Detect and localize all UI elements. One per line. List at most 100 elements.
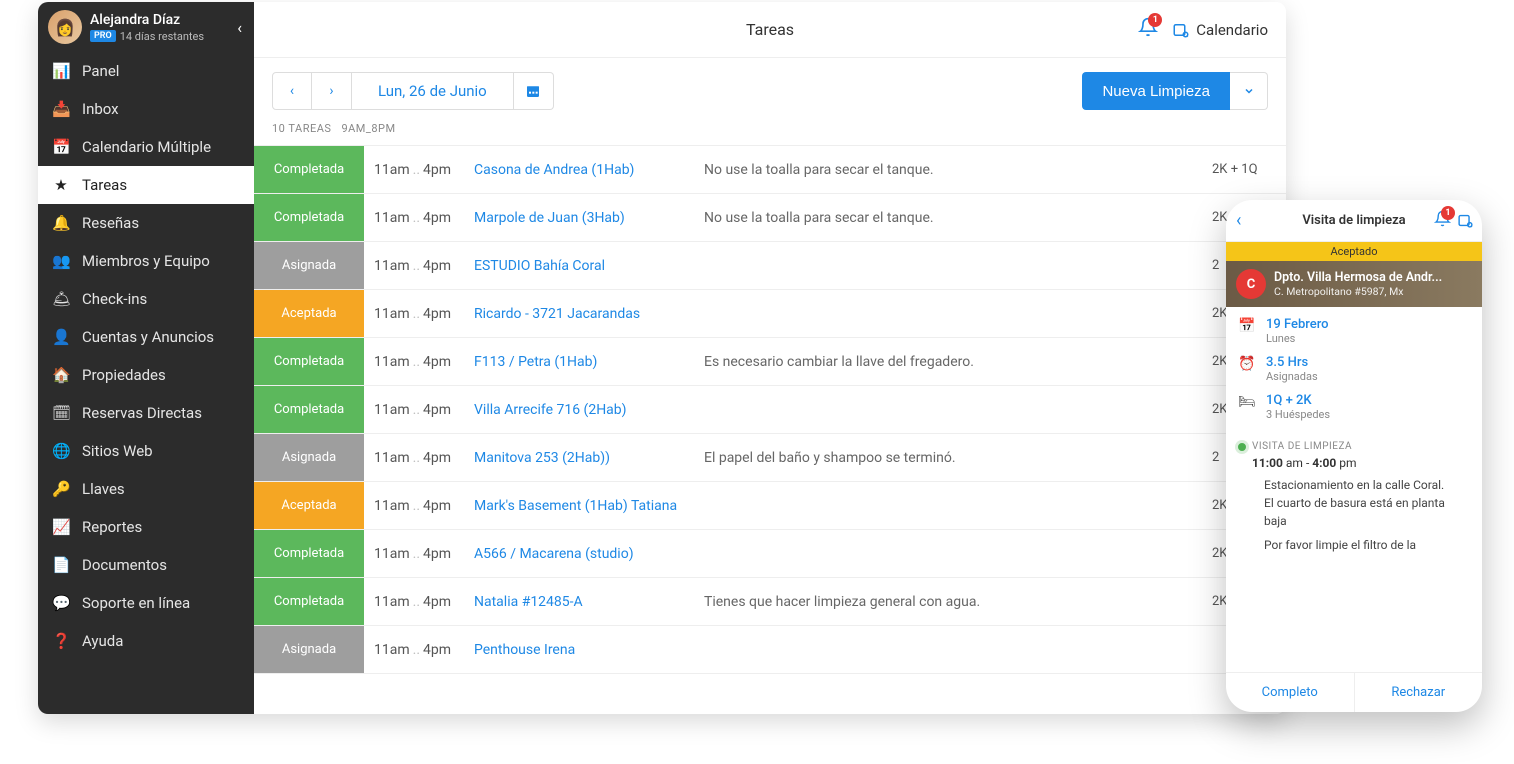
task-time: 11am..4pm xyxy=(364,258,474,274)
sidebar-item-sitios-web[interactable]: 🌐 Sitios Web xyxy=(38,432,254,470)
house-icon: 🏠 xyxy=(52,366,70,384)
task-time: 11am..4pm xyxy=(364,210,474,226)
nav-list: 📊 Panel📥 Inbox📅 Calendario Múltiple★ Tar… xyxy=(38,52,254,660)
sidebar-item-cuentas-y-anuncios[interactable]: 👤 Cuentas y Anuncios xyxy=(38,318,254,356)
star-icon: ★ xyxy=(52,176,70,194)
date-next-button[interactable]: › xyxy=(312,72,352,110)
property-address: C. Metropolitano #5987, Mx xyxy=(1274,285,1472,298)
info-beds: 🛏 1Q + 2K 3 Huéspedes xyxy=(1238,393,1470,421)
task-property-link[interactable]: Penthouse Irena xyxy=(474,642,704,658)
task-row[interactable]: Completada 11am..4pm Marpole de Juan (3H… xyxy=(254,194,1286,242)
filter-icon[interactable] xyxy=(1457,212,1474,229)
task-row[interactable]: Asignada 11am..4pm Penthouse Irena xyxy=(254,626,1286,674)
mobile-back-button[interactable]: ‹ xyxy=(1236,210,1241,231)
task-property-link[interactable]: Villa Arrecife 716 (2Hab) xyxy=(474,402,704,418)
task-row[interactable]: Completada 11am..4pm A566 / Macarena (st… xyxy=(254,530,1286,578)
sidebar-item-label: Documentos xyxy=(82,556,167,574)
sidebar-item-label: Llaves xyxy=(82,480,125,498)
collapse-icon[interactable]: ‹ xyxy=(237,18,242,37)
task-extra: 2K + 1Q xyxy=(1212,162,1286,177)
task-note: Es necesario cambiar la llave del fregad… xyxy=(704,354,1212,370)
new-cleaning-button[interactable]: Nueva Limpieza xyxy=(1082,72,1230,110)
mobile-hero[interactable]: C Dpto. Villa Hermosa de Andr... C. Metr… xyxy=(1226,261,1482,307)
task-time: 11am..4pm xyxy=(364,450,474,466)
status-badge: Asignada xyxy=(254,626,364,673)
sidebar-item-label: Ayuda xyxy=(82,632,123,650)
task-property-link[interactable]: Manitova 253 (2Hab)) xyxy=(474,450,704,466)
time-window: 9AM_8PM xyxy=(341,122,395,135)
task-row[interactable]: Asignada 11am..4pm Manitova 253 (2Hab)) … xyxy=(254,434,1286,482)
sidebar-item-documentos[interactable]: 📄 Documentos xyxy=(38,546,254,584)
direct-icon: 🗓 xyxy=(52,404,70,422)
mobile-notif-badge: 1 xyxy=(1441,206,1455,220)
status-badge: Asignada xyxy=(254,434,364,481)
reject-button[interactable]: Rechazar xyxy=(1354,673,1483,712)
visit-time: 11:00 am - 4:00 pm xyxy=(1238,452,1470,476)
task-time: 11am..4pm xyxy=(364,354,474,370)
sidebar-item-llaves[interactable]: 🔑 Llaves xyxy=(38,470,254,508)
mobile-actions: Completo Rechazar xyxy=(1226,672,1482,712)
accounts-icon: 👤 xyxy=(52,328,70,346)
visit-label: VISITA DE LIMPIEZA xyxy=(1252,441,1352,452)
task-row[interactable]: Completada 11am..4pm Natalia #12485-A Ti… xyxy=(254,578,1286,626)
task-property-link[interactable]: Mark's Basement (1Hab) Tatiana xyxy=(474,498,704,514)
task-row[interactable]: Asignada 11am..4pm ESTUDIO Bahía Coral 2 xyxy=(254,242,1286,290)
mobile-info: 📅 19 Febrero Lunes ⏰ 3.5 Hrs Asignadas 🛏… xyxy=(1226,307,1482,431)
task-property-link[interactable]: Ricardo - 3721 Jacarandas xyxy=(474,306,704,322)
task-property-link[interactable]: A566 / Macarena (studio) xyxy=(474,546,704,562)
sidebar-item-soporte-en-l-nea[interactable]: 💬 Soporte en línea xyxy=(38,584,254,622)
sidebar-item-label: Soporte en línea xyxy=(82,594,190,612)
complete-button[interactable]: Completo xyxy=(1226,673,1354,712)
task-note: Tienes que hacer limpieza general con ag… xyxy=(704,594,1212,610)
profile-block[interactable]: 👩 Alejandra Díaz PRO 14 días restantes ‹ xyxy=(38,2,254,52)
notif-badge: 1 xyxy=(1148,13,1162,27)
page-title: Tareas xyxy=(746,20,794,39)
sidebar-item-label: Check-ins xyxy=(82,290,147,308)
sidebar-item-tareas[interactable]: ★ Tareas xyxy=(38,166,254,204)
task-property-link[interactable]: ESTUDIO Bahía Coral xyxy=(474,258,704,274)
notifications-button[interactable]: 1 xyxy=(1138,17,1158,42)
app-shell: 👩 Alejandra Díaz PRO 14 días restantes ‹… xyxy=(38,2,1286,714)
chat-icon: 💬 xyxy=(52,594,70,612)
calendar-search-icon xyxy=(1172,21,1190,39)
sidebar-item-miembros-y-equipo[interactable]: 👥 Miembros y Equipo xyxy=(38,242,254,280)
sidebar-item-label: Reservas Directas xyxy=(82,404,202,422)
mobile-notifications-button[interactable]: 1 xyxy=(1434,210,1451,232)
date-picker-button[interactable] xyxy=(514,72,554,110)
task-property-link[interactable]: Casona de Andrea (1Hab) xyxy=(474,162,704,178)
sidebar-item-reservas-directas[interactable]: 🗓 Reservas Directas xyxy=(38,394,254,432)
docs-icon: 📄 xyxy=(52,556,70,574)
task-time: 11am..4pm xyxy=(364,546,474,562)
task-row[interactable]: Completada 11am..4pm Casona de Andrea (1… xyxy=(254,146,1286,194)
calendar-link[interactable]: Calendario xyxy=(1172,21,1268,39)
sidebar-item-panel[interactable]: 📊 Panel xyxy=(38,52,254,90)
sidebar-item-propiedades[interactable]: 🏠 Propiedades xyxy=(38,356,254,394)
multical-icon: 📅 xyxy=(52,138,70,156)
date-prev-button[interactable]: ‹ xyxy=(272,72,312,110)
task-list[interactable]: Completada 11am..4pm Casona de Andrea (1… xyxy=(254,145,1286,714)
task-property-link[interactable]: Natalia #12485-A xyxy=(474,594,704,610)
task-property-link[interactable]: F113 / Petra (1Hab) xyxy=(474,354,704,370)
sidebar-item-label: Reseñas xyxy=(82,214,139,232)
sidebar-item-inbox[interactable]: 📥 Inbox xyxy=(38,90,254,128)
task-count: 10 TAREAS xyxy=(272,122,331,135)
task-note: El papel del baño y shampoo se terminó. xyxy=(704,450,1212,466)
sidebar-item-rese-as[interactable]: 🔔 Reseñas xyxy=(38,204,254,242)
sidebar-item-check-ins[interactable]: 🛎 Check-ins xyxy=(38,280,254,318)
status-badge: Completada xyxy=(254,194,364,241)
new-cleaning-dropdown[interactable] xyxy=(1230,72,1268,110)
sidebar-item-calendario-m-ltiple[interactable]: 📅 Calendario Múltiple xyxy=(38,128,254,166)
sidebar-item-label: Reportes xyxy=(82,518,142,536)
sidebar-item-reportes[interactable]: 📈 Reportes xyxy=(38,508,254,546)
inbox-icon: 📥 xyxy=(52,100,70,118)
date-label[interactable]: Lun, 26 de Junio xyxy=(352,72,514,110)
task-row[interactable]: Completada 11am..4pm Villa Arrecife 716 … xyxy=(254,386,1286,434)
task-row[interactable]: Aceptada 11am..4pm Mark's Basement (1Hab… xyxy=(254,482,1286,530)
status-badge: Asignada xyxy=(254,242,364,289)
task-row[interactable]: Aceptada 11am..4pm Ricardo - 3721 Jacara… xyxy=(254,290,1286,338)
task-row[interactable]: Completada 11am..4pm F113 / Petra (1Hab)… xyxy=(254,338,1286,386)
sidebar-item-label: Calendario Múltiple xyxy=(82,138,211,156)
sidebar-item-ayuda[interactable]: ❓ Ayuda xyxy=(38,622,254,660)
team-icon: 👥 xyxy=(52,252,70,270)
task-property-link[interactable]: Marpole de Juan (3Hab) xyxy=(474,210,704,226)
